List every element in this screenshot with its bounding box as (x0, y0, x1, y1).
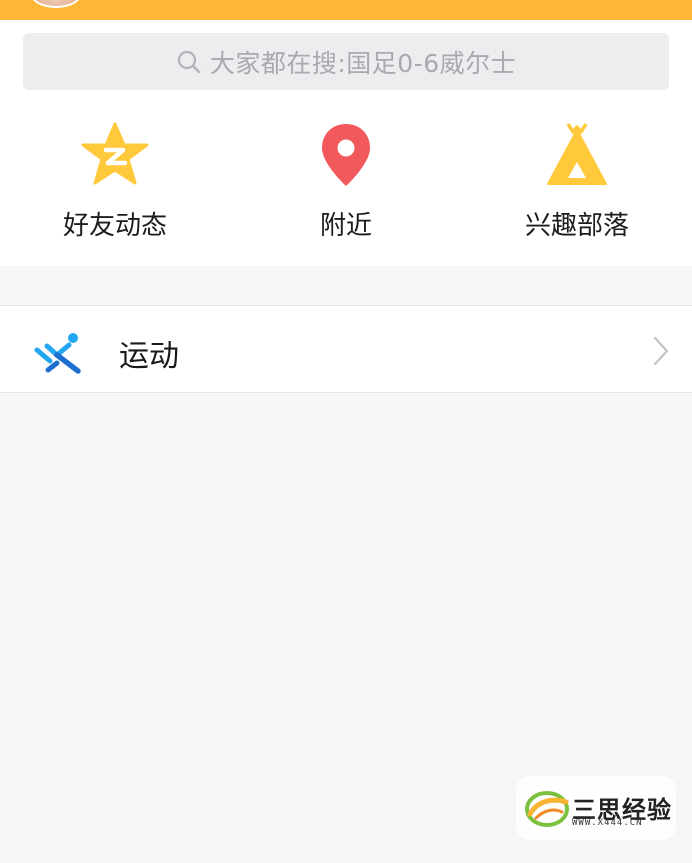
discover-page: 大家都在搜:国足0-6威尔士 好友动态 附近 兴趣部落 运动 三思经验 WWW.… (0, 0, 692, 863)
avatar[interactable] (30, 0, 82, 8)
watermark-url: WWW.X444.CN (572, 818, 643, 828)
watermark: 三思经验 WWW.X444.CN (516, 776, 676, 840)
entry-interest-tribe[interactable]: 兴趣部落 (487, 120, 667, 250)
search-placeholder: 大家都在搜:国足0-6威尔士 (209, 48, 517, 78)
location-pin-icon (322, 124, 370, 186)
tent-icon (547, 123, 607, 185)
entry-friend-feed[interactable]: 好友动态 (25, 120, 205, 250)
qzone-star-icon (81, 122, 149, 185)
discover-header: 大家都在搜:国足0-6威尔士 好友动态 附近 兴趣部落 (0, 20, 692, 266)
entry-nearby[interactable]: 附近 (256, 120, 436, 250)
running-icon (34, 333, 81, 374)
watermark-logo-icon (525, 791, 569, 827)
list-item-label: 运动 (119, 339, 179, 374)
entry-label: 好友动态 (62, 211, 167, 241)
list-item-sports[interactable]: 运动 (0, 305, 692, 393)
entry-label: 附近 (319, 211, 372, 241)
search-icon (177, 50, 201, 73)
entry-label: 兴趣部落 (524, 211, 629, 241)
chevron-right-icon (653, 336, 669, 366)
top-bar (0, 0, 692, 20)
search-bar[interactable]: 大家都在搜:国足0-6威尔士 (23, 33, 669, 90)
